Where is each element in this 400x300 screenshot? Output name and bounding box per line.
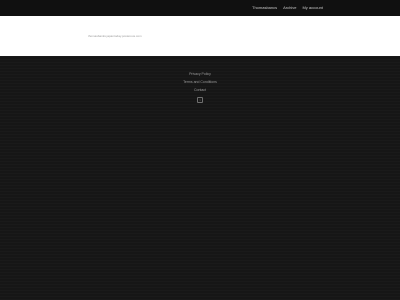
top-navigation-bar: Thomasbancs Archive My account [0, 0, 400, 16]
terms-and-conditions-link[interactable]: Terms and Conditions [183, 80, 217, 85]
footer-links: Privacy Policy Terms and Conditions Cont… [0, 72, 400, 103]
page-body: Privacy Policy Terms and Conditions Cont… [0, 56, 400, 300]
nav-link-thomasbancs[interactable]: Thomasbancs [252, 5, 277, 11]
nav-link-my-account[interactable]: My account [302, 5, 322, 11]
privacy-policy-link[interactable]: Privacy Policy [189, 72, 211, 77]
contact-link[interactable]: Contact [194, 88, 206, 93]
site-tagline: thomasbanks.japantoday.posterous.com [88, 34, 142, 38]
header-banner: thomasbanks.japantoday.posterous.com [0, 16, 400, 56]
main-nav: Thomasbancs Archive My account [252, 5, 323, 11]
nav-link-archive[interactable]: Archive [283, 5, 296, 11]
twitter-icon[interactable]: t [197, 97, 203, 103]
